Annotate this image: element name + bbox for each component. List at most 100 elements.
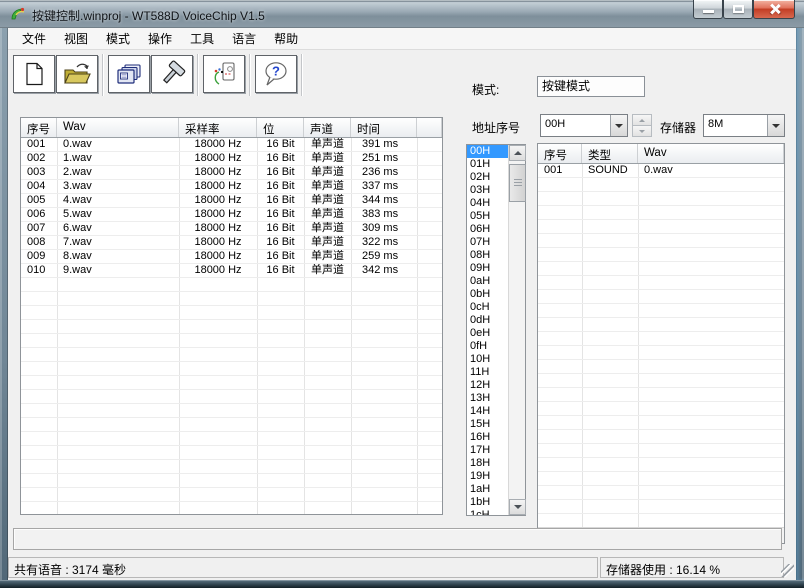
table-row[interactable]: 009 8.wav 18000 Hz 16 Bit 单声道 259 ms bbox=[21, 250, 442, 264]
list-item[interactable]: 11H bbox=[467, 366, 508, 379]
address-label: 地址序号 bbox=[472, 119, 520, 136]
minimize-button[interactable] bbox=[693, 0, 723, 19]
memory-combo[interactable]: 8M bbox=[703, 114, 785, 137]
address-combo-dropdown-button[interactable] bbox=[610, 115, 627, 136]
table-row[interactable]: 006 5.wav 18000 Hz 16 Bit 单声道 383 ms bbox=[21, 208, 442, 222]
maximize-button[interactable] bbox=[723, 0, 753, 19]
memory-combo-dropdown-button[interactable] bbox=[767, 115, 784, 136]
column-header-index[interactable]: 序号 bbox=[538, 144, 582, 163]
scrollbar-thumb[interactable] bbox=[509, 164, 526, 202]
list-item[interactable]: 04H bbox=[467, 197, 508, 210]
mode-label: 模式: bbox=[472, 81, 499, 98]
window-border-bottom bbox=[0, 580, 804, 588]
memory-combo-value: 8M bbox=[704, 115, 767, 136]
download-to-chip-button[interactable] bbox=[203, 55, 245, 93]
open-file-button[interactable] bbox=[56, 55, 98, 93]
help-button[interactable]: ? bbox=[255, 55, 297, 93]
address-combo-value: 00H bbox=[541, 115, 610, 136]
table-row[interactable]: 008 7.wav 18000 Hz 16 Bit 单声道 322 ms bbox=[21, 236, 442, 250]
list-item[interactable]: 16H bbox=[467, 431, 508, 444]
table-row[interactable]: 003 2.wav 18000 Hz 16 Bit 单声道 236 ms bbox=[21, 166, 442, 180]
spinner-up-icon bbox=[639, 119, 645, 122]
resize-grip[interactable] bbox=[781, 564, 794, 577]
list-item[interactable]: 01H bbox=[467, 158, 508, 171]
column-header-bits[interactable]: 位 bbox=[257, 118, 304, 137]
scroll-down-icon bbox=[514, 505, 522, 509]
new-file-icon bbox=[21, 61, 47, 87]
scroll-up-icon bbox=[514, 151, 522, 155]
list-item[interactable]: 05H bbox=[467, 210, 508, 223]
list-item[interactable]: 12H bbox=[467, 379, 508, 392]
column-header-channel[interactable]: 声道 bbox=[304, 118, 351, 137]
list-item[interactable]: 13H bbox=[467, 392, 508, 405]
new-file-button[interactable] bbox=[13, 55, 55, 93]
list-item[interactable]: 02H bbox=[467, 171, 508, 184]
column-header-wav[interactable]: Wav bbox=[57, 118, 179, 137]
list-item[interactable]: 1bH bbox=[467, 496, 508, 509]
address-table-body: 001 SOUND 0.wav bbox=[538, 164, 784, 527]
menu-file[interactable]: 文件 bbox=[13, 28, 55, 50]
list-item[interactable]: 18H bbox=[467, 457, 508, 470]
column-header-time[interactable]: 时间 bbox=[351, 118, 417, 137]
list-item[interactable]: 0cH bbox=[467, 301, 508, 314]
table-row[interactable]: 007 6.wav 18000 Hz 16 Bit 单声道 309 ms bbox=[21, 222, 442, 236]
list-item[interactable]: 06H bbox=[467, 223, 508, 236]
menu-help[interactable]: 帮助 bbox=[265, 28, 307, 50]
list-item[interactable]: 19H bbox=[467, 470, 508, 483]
message-box bbox=[13, 528, 782, 550]
list-item[interactable]: 1aH bbox=[467, 483, 508, 496]
list-item[interactable]: 15H bbox=[467, 418, 508, 431]
list-item[interactable]: 0dH bbox=[467, 314, 508, 327]
open-file-icon bbox=[63, 61, 91, 87]
empty-rows-area bbox=[21, 278, 442, 514]
address-combo[interactable]: 00H bbox=[540, 114, 628, 137]
table-row[interactable]: 001 SOUND 0.wav bbox=[538, 164, 784, 178]
address-vertical-scrollbar[interactable] bbox=[508, 145, 525, 515]
compile-button[interactable] bbox=[108, 55, 150, 93]
wav-table: 序号 Wav 采样率 位 声道 时间 001 0.wav bbox=[20, 117, 443, 515]
status-memory-usage: 存储器使用 : 16.14 % bbox=[600, 557, 784, 578]
scroll-down-button[interactable] bbox=[509, 499, 526, 515]
list-item[interactable]: 10H bbox=[467, 353, 508, 366]
spinner-up-button[interactable] bbox=[632, 114, 652, 126]
column-header-index[interactable]: 序号 bbox=[21, 118, 57, 137]
table-row[interactable]: 010 9.wav 18000 Hz 16 Bit 单声道 342 ms bbox=[21, 264, 442, 278]
column-header-type[interactable]: 类型 bbox=[582, 144, 638, 163]
list-item[interactable]: 0aH bbox=[467, 275, 508, 288]
table-row[interactable]: 002 1.wav 18000 Hz 16 Bit 单声道 251 ms bbox=[21, 152, 442, 166]
address-rows: 001 SOUND 0.wav bbox=[538, 164, 784, 178]
list-item[interactable]: 09H bbox=[467, 262, 508, 275]
menu-tools[interactable]: 工具 bbox=[181, 28, 223, 50]
list-item[interactable]: 03H bbox=[467, 184, 508, 197]
spinner-down-icon bbox=[639, 130, 645, 133]
menu-operate[interactable]: 操作 bbox=[139, 28, 181, 50]
list-item[interactable]: 1cH bbox=[467, 509, 508, 515]
mode-field[interactable]: 按键模式 bbox=[537, 76, 645, 97]
spinner-down-button[interactable] bbox=[632, 126, 652, 137]
table-row[interactable]: 001 0.wav 18000 Hz 16 Bit 单声道 391 ms bbox=[21, 138, 442, 152]
list-item[interactable]: 17H bbox=[467, 444, 508, 457]
list-item[interactable]: 08H bbox=[467, 249, 508, 262]
list-item[interactable]: 0eH bbox=[467, 327, 508, 340]
toolbar-separator bbox=[197, 54, 198, 96]
memory-label: 存储器 bbox=[660, 119, 696, 136]
menu-language[interactable]: 语言 bbox=[223, 28, 265, 50]
table-row[interactable]: 005 4.wav 18000 Hz 16 Bit 单声道 344 ms bbox=[21, 194, 442, 208]
empty-rows-area bbox=[538, 178, 784, 527]
close-button[interactable] bbox=[753, 0, 795, 19]
list-item[interactable]: 14H bbox=[467, 405, 508, 418]
list-item[interactable]: 00H bbox=[467, 145, 508, 158]
scroll-up-button[interactable] bbox=[509, 145, 526, 161]
menu-view[interactable]: 视图 bbox=[55, 28, 97, 50]
minimize-icon bbox=[703, 10, 714, 13]
chevron-down-icon bbox=[772, 124, 780, 128]
list-item[interactable]: 0fH bbox=[467, 340, 508, 353]
column-header-samplerate[interactable]: 采样率 bbox=[179, 118, 257, 137]
table-row[interactable]: 004 3.wav 18000 Hz 16 Bit 单声道 337 ms bbox=[21, 180, 442, 194]
list-item[interactable]: 07H bbox=[467, 236, 508, 249]
column-header-wav[interactable]: Wav bbox=[638, 144, 784, 163]
svg-text:?: ? bbox=[272, 64, 280, 79]
list-item[interactable]: 0bH bbox=[467, 288, 508, 301]
menu-mode[interactable]: 模式 bbox=[97, 28, 139, 50]
build-button[interactable] bbox=[151, 55, 193, 93]
